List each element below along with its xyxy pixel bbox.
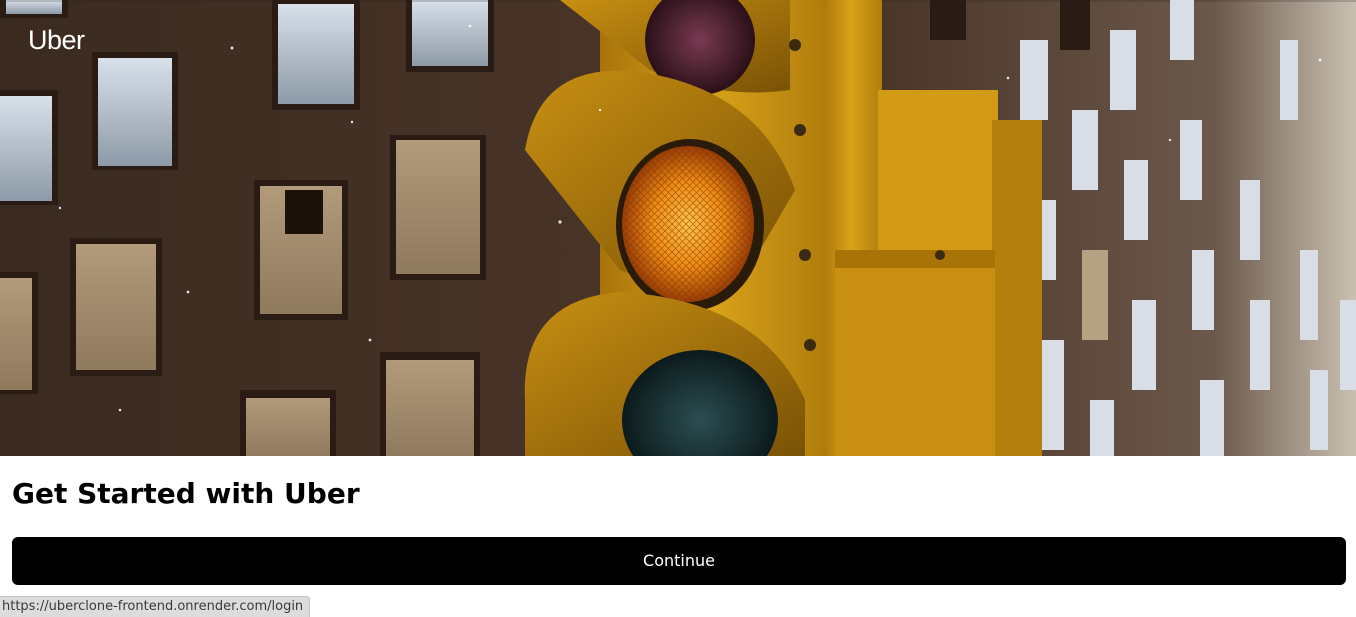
page-title: Get Started with Uber [12,477,360,510]
continue-button[interactable]: Continue [12,537,1346,585]
get-started-page: Uber Get Started with Uber Continue http… [0,0,1356,617]
status-bar-url: https://uberclone-frontend.onrender.com/… [0,596,311,617]
hero-image: Uber [0,0,1356,456]
traffic-light-illustration [0,0,1356,456]
uber-logo[interactable]: Uber [28,24,85,56]
